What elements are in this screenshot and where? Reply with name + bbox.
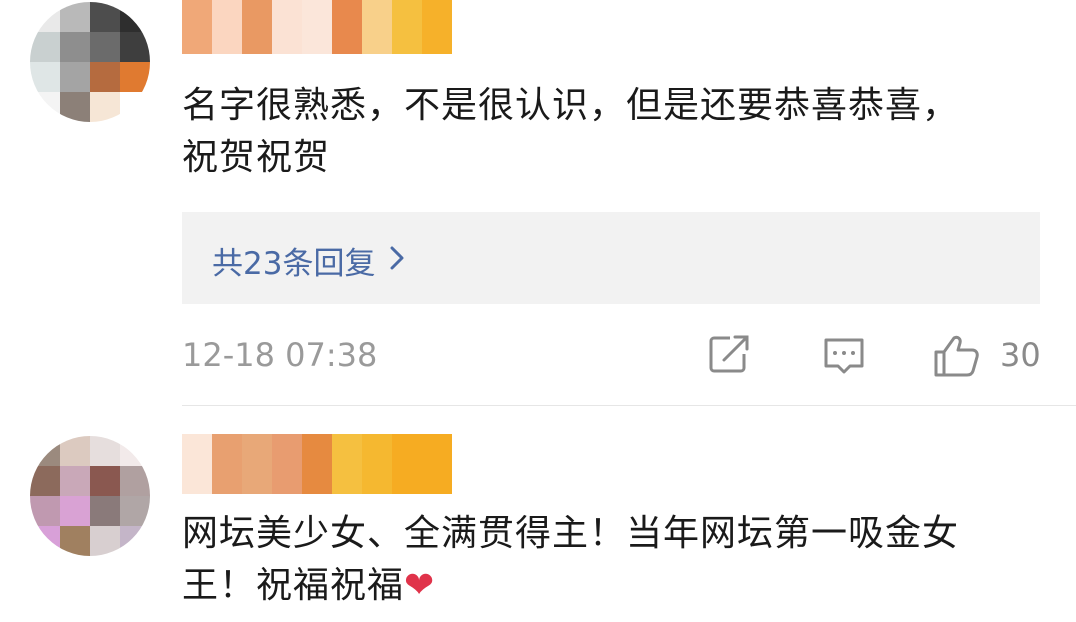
avatar[interactable] [30,436,150,556]
share-button[interactable] [708,334,752,378]
chevron-right-icon [389,243,405,279]
comment-text: 网坛美少女、全满贯得主！当年网坛第一吸金女 王！祝福祝福❤ [182,508,959,612]
thumbs-up-icon [932,335,980,382]
username[interactable] [182,0,482,54]
replies-count-label: 共23条回复 [212,246,376,282]
comment-timestamp: 12-18 07:38 [182,336,378,374]
replies-panel: 共23条回复 [182,212,1040,304]
comment-text: 名字很熟悉，不是很认识，但是还要恭喜恭喜， 祝贺祝贺 [182,85,960,178]
avatar[interactable] [30,2,150,122]
comment-icon [822,338,866,382]
heart-emoji: ❤ [404,565,436,606]
view-replies-link[interactable]: 共23条回复 [212,238,405,283]
share-icon [708,335,752,378]
comment-text-body: 网坛美少女、全满贯得主！当年网坛第一吸金女 王！祝福祝福 [182,513,960,606]
comment-button[interactable] [822,334,866,382]
like-button[interactable] [932,334,980,382]
like-count: 30 [1000,336,1041,374]
username[interactable] [182,434,452,494]
comment-divider [182,405,1076,406]
